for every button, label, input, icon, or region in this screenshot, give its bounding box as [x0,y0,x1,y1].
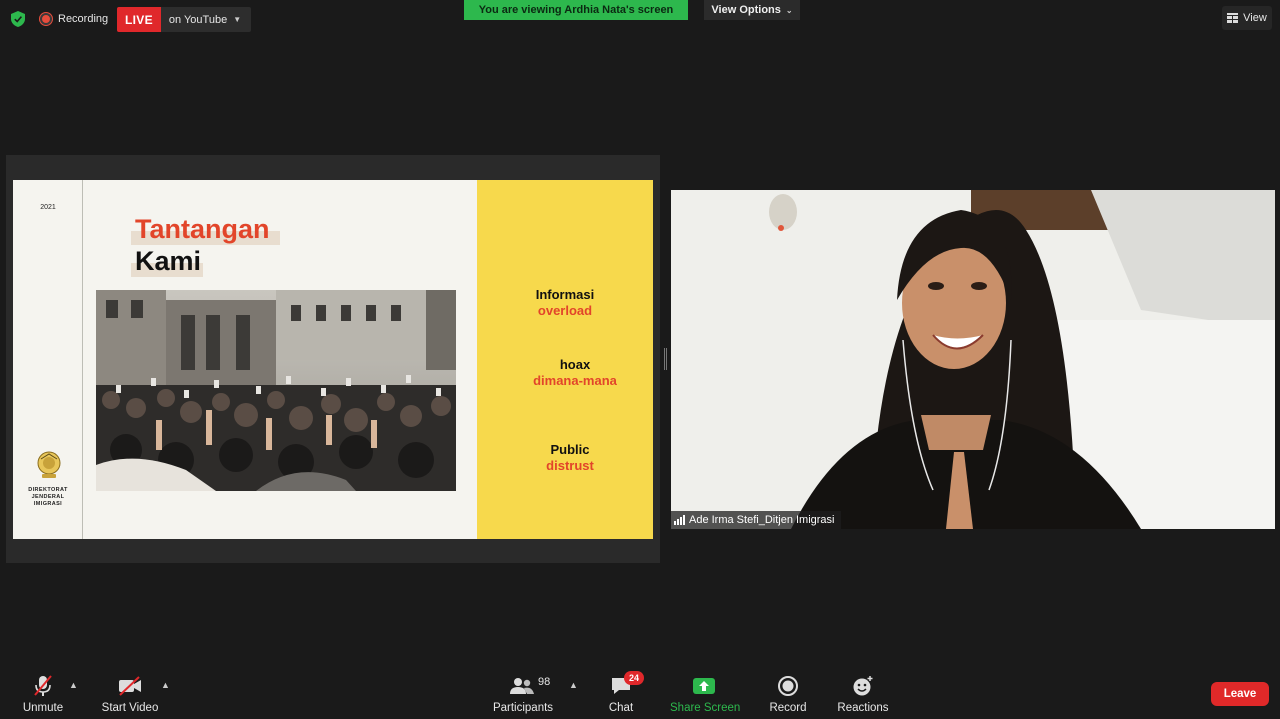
video-camera-off-icon [119,676,141,696]
participant-video-frame [671,190,1275,529]
live-stream-button[interactable]: LIVE on YouTube ▼ [117,7,252,32]
participant-video[interactable]: Ade Irma Stefi_Ditjen Imigrasi [671,190,1275,529]
start-video-button[interactable]: Start Video [100,674,160,714]
viewing-screen-banner: You are viewing Ardhia Nata's screen [464,0,688,20]
reactions-button[interactable]: Reactions [836,674,890,714]
split-view-divider[interactable] [664,348,667,370]
audio-options-caret-icon[interactable]: ▲ [69,680,78,690]
recording-indicator[interactable]: Recording [40,10,108,28]
participants-options-caret-icon[interactable]: ▲ [569,680,578,690]
record-button[interactable]: Record [768,674,808,714]
slide-point-3: Public distrust [482,442,653,474]
crowd-photo [96,290,456,491]
view-options-button[interactable]: View Options ⌄ [704,0,800,20]
chat-label: Chat [608,702,634,714]
slide-point-2: hoax dimana-mana [487,357,653,389]
participant-name: Ade Irma Stefi_Ditjen Imigrasi [689,514,835,526]
slide-point-2-line2: dimana-mana [533,373,617,388]
unmute-label: Unmute [22,702,64,714]
reactions-smiley-icon [853,676,873,696]
view-options-label: View Options [711,4,781,16]
chevron-down-icon: ⌄ [785,5,793,15]
share-screen-label: Share Screen [670,702,741,714]
chat-unread-badge: 24 [624,671,644,685]
participants-label: Participants [492,702,554,714]
chevron-down-icon: ▼ [233,15,242,24]
slide-org-name: DIREKTORAT JENDERAL IMIGRASI [28,487,68,507]
video-options-caret-icon[interactable]: ▲ [161,680,170,690]
record-label: Record [769,702,807,714]
share-screen-button[interactable]: Share Screen [670,674,741,714]
slide-point-3-line2: distrust [546,458,594,473]
reactions-label: Reactions [837,702,889,714]
slide-sidebar: 2021 DIREKTORAT JENDERAL IMIGRASI [13,180,83,539]
slide-yellow-panel: Informasi overload hoax dimana-mana Publ… [477,180,653,539]
shared-screen[interactable]: 2021 DIREKTORAT JENDERAL IMIGRASI Tantan… [6,155,660,563]
immigration-emblem-icon [37,451,61,478]
presentation-slide: 2021 DIREKTORAT JENDERAL IMIGRASI Tantan… [13,180,653,539]
slide-point-1: Informasi overload [477,287,653,319]
grid-view-icon [1227,13,1239,23]
slide-year: 2021 [40,204,56,211]
microphone-muted-icon [34,675,52,696]
live-destination-label: on YouTube [168,13,228,26]
share-screen-icon [693,678,715,694]
slide-title-line1: Tantangan [131,214,280,245]
record-icon [778,676,798,696]
start-video-label: Start Video [101,702,159,714]
slide-point-3-line1: Public [550,442,590,457]
recording-label: Recording [58,13,109,25]
view-label: View [1243,12,1267,24]
signal-strength-icon [674,515,685,525]
participant-name-tag: Ade Irma Stefi_Ditjen Imigrasi [671,511,841,529]
leave-button[interactable]: Leave [1211,682,1269,706]
participants-icon [510,678,534,694]
recording-dot-icon [40,13,52,25]
live-badge: LIVE [117,7,161,32]
unmute-button[interactable]: Unmute [20,674,66,714]
shield-icon[interactable] [11,11,25,27]
slide-point-1-line2: overload [537,303,593,318]
view-button[interactable]: View [1222,6,1272,30]
slide-point-2-line1: hoax [559,357,591,372]
live-destination[interactable]: on YouTube ▼ [160,7,252,32]
slide-point-1-line1: Informasi [535,287,595,302]
slide-title-line2: Kami [131,246,204,277]
participants-count: 98 [538,676,551,688]
